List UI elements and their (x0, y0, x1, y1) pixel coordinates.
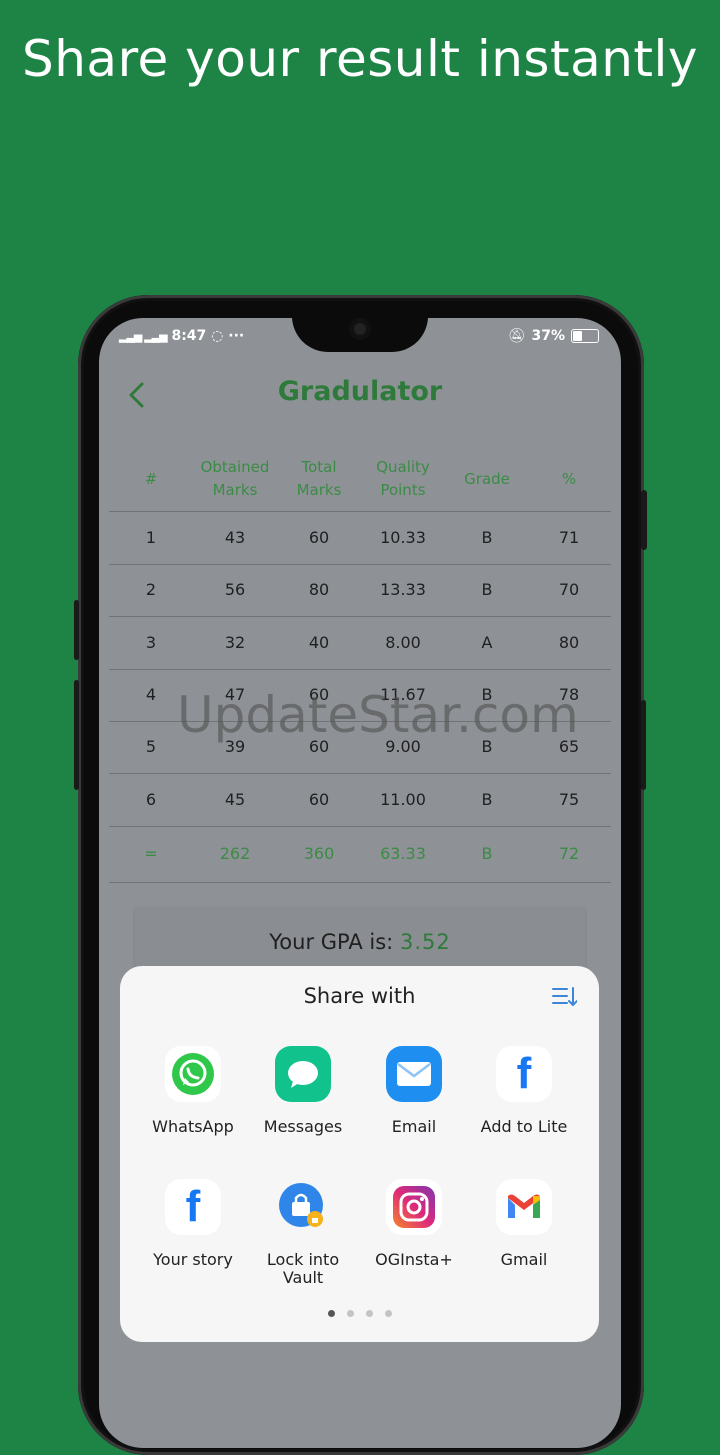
cell-grade: A (481, 632, 493, 652)
gmail-icon (496, 1179, 552, 1235)
cell-total: 60 (308, 789, 330, 809)
share-app-label: Add to Lite (480, 1117, 568, 1136)
share-app-your-story[interactable]: f Your story (138, 1179, 248, 1269)
cell-obtained: 43 (224, 528, 246, 547)
cell-total: 80 (308, 580, 330, 600)
status-bar-left: ▂▃▅ ▂▃▅ 8:47 ◌ ··· (119, 328, 244, 344)
table-row: 3 32 40 8.00 A 80 (109, 617, 611, 670)
page-dot[interactable] (384, 1310, 392, 1317)
cell-percent: 72 (558, 843, 580, 863)
cell-percent: 75 (558, 789, 580, 809)
header-quality-points: Quality Points (376, 458, 430, 499)
share-sheet-title: Share with (303, 984, 416, 1008)
phone-side-button (641, 700, 646, 790)
messages-icon (275, 1046, 331, 1102)
phone-side-button (74, 680, 79, 790)
phone-side-button (641, 490, 647, 550)
status-time: 8:47 (171, 328, 207, 344)
camera-notch (292, 318, 428, 352)
cell-percent: 80 (558, 632, 580, 652)
gpa-value: 3.52 (399, 930, 451, 954)
table-row: 2 56 80 13.33 B 70 (109, 564, 611, 618)
watermark: UpdateStar.com (177, 686, 579, 744)
header-percent: % (561, 469, 577, 488)
share-sheet: Share with WhatsApp Messages Email f Add… (120, 966, 599, 1342)
cell-grade: B (481, 580, 493, 600)
cell-percent: 70 (558, 580, 580, 600)
cell-quality: 8.00 (385, 632, 421, 652)
facebook-icon: f (165, 1179, 221, 1235)
table-row: 1 43 60 10.33 B 71 (109, 512, 611, 565)
share-app-lock-into-vault[interactable]: Lock into Vault (248, 1179, 358, 1287)
cell-obtained: 32 (224, 632, 246, 652)
gpa-text: Your GPA is: 3.52 (135, 930, 585, 954)
cell-index: 3 (145, 632, 157, 652)
share-app-email[interactable]: Email (359, 1046, 469, 1136)
table-header: # Obtained Marks Total Marks Quality Points… (109, 446, 611, 512)
share-app-label: WhatsApp (152, 1117, 234, 1136)
page-dot[interactable] (365, 1310, 373, 1317)
facebook-icon: f (496, 1046, 552, 1102)
status-bar-right: 🔕︎ 37% (508, 328, 599, 344)
more-status-icon: ··· (228, 328, 245, 344)
whatsapp-status-icon: ◌ (211, 328, 224, 344)
cell-total: 60 (308, 528, 330, 547)
share-app-label: Email (391, 1117, 437, 1136)
cell-index: 2 (145, 580, 157, 600)
email-icon (386, 1046, 442, 1102)
oginsta-icon (386, 1179, 442, 1235)
header-grade: Grade (464, 469, 510, 488)
cell-obtained: 262 (219, 843, 251, 863)
cell-percent: 71 (558, 528, 580, 547)
share-app-add-to-lite[interactable]: f Add to Lite (469, 1046, 579, 1136)
share-app-label: Your story (153, 1250, 233, 1269)
cell-obtained: 45 (224, 789, 246, 809)
page-dot[interactable] (327, 1310, 335, 1317)
app-title: Gradulator (277, 376, 443, 407)
header-index: # (144, 469, 158, 488)
cell-index: 1 (145, 528, 157, 547)
signal-icon: ▂▃▅ ▂▃▅ (119, 330, 168, 343)
share-app-label: OGInsta+ (375, 1250, 453, 1269)
share-app-label: Lock into Vault (266, 1250, 340, 1287)
cell-obtained: 56 (224, 580, 246, 600)
promo-headline: Share your result instantly (22, 30, 698, 88)
whatsapp-icon (165, 1046, 221, 1102)
cell-quality: 13.33 (380, 580, 426, 600)
table-total-row: = 262 360 63.33 B 72 (109, 826, 611, 883)
sort-list-icon[interactable] (551, 984, 577, 1010)
battery-icon (571, 329, 599, 343)
cell-index: 6 (145, 789, 157, 809)
cell-quality: 11.00 (380, 789, 426, 809)
header-obtained-marks: Obtained Marks (200, 458, 270, 499)
share-app-oginsta[interactable]: OGInsta+ (359, 1179, 469, 1269)
page-dot[interactable] (346, 1310, 354, 1317)
share-page-indicator (120, 1302, 599, 1321)
battery-percent: 37% (531, 328, 565, 344)
mute-icon: 🔕︎ (507, 328, 526, 344)
share-app-label: Messages (263, 1117, 343, 1136)
cell-grade: B (481, 843, 493, 863)
gpa-label: Your GPA is: (269, 930, 394, 954)
header-total-marks: Total Marks (296, 458, 342, 499)
share-app-label: Gmail (500, 1250, 548, 1269)
share-app-gmail[interactable]: Gmail (469, 1179, 579, 1269)
cell-grade: B (481, 789, 493, 809)
share-app-messages[interactable]: Messages (248, 1046, 358, 1136)
cell-grade: B (481, 528, 493, 547)
share-app-whatsapp[interactable]: WhatsApp (138, 1046, 248, 1136)
cell-total: 40 (308, 632, 330, 652)
vault-lock-icon (275, 1179, 331, 1235)
cell-quality: 10.33 (380, 528, 426, 547)
cell-total: 360 (303, 843, 335, 863)
front-camera (349, 318, 371, 340)
table-row: 6 45 60 11.00 B 75 (109, 774, 611, 827)
cell-quality: 63.33 (380, 843, 426, 863)
cell-index: = (144, 843, 158, 863)
phone-side-button (74, 600, 79, 660)
